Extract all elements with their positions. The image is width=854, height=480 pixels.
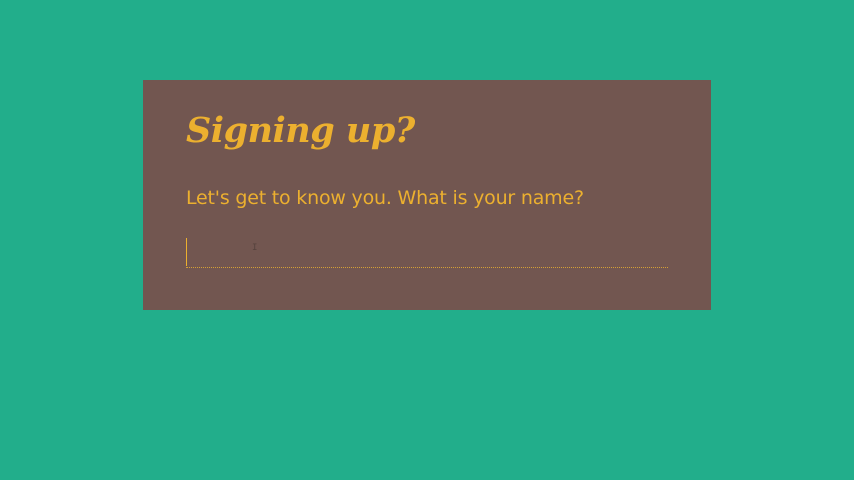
name-prompt: Let's get to know you. What is your name…	[186, 187, 584, 209]
name-input[interactable]	[186, 236, 668, 267]
signup-card: Signing up? Let's get to know you. What …	[143, 80, 711, 310]
text-caret	[186, 238, 187, 266]
name-field[interactable]: I	[186, 236, 668, 268]
card-title: Signing up?	[186, 110, 415, 151]
